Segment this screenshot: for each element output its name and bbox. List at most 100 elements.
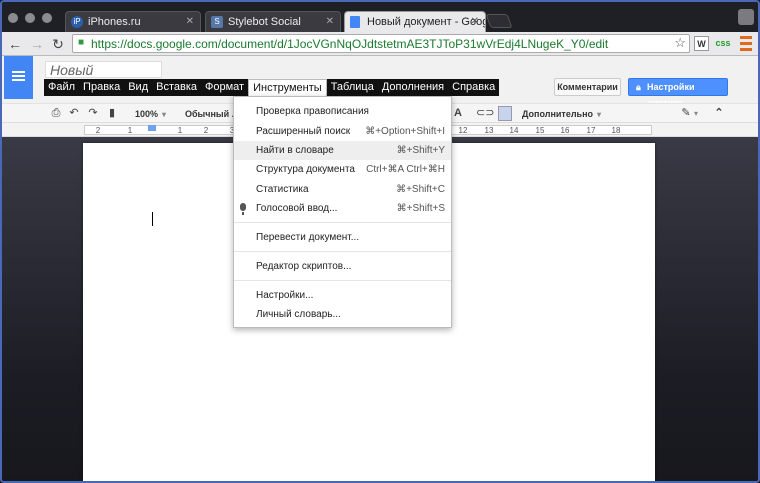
zoom-window-button[interactable] — [42, 13, 52, 23]
close-tab-icon[interactable]: ✕ — [471, 12, 479, 32]
menu-item-outline[interactable]: Структура документа Ctrl+⌘A Ctrl+⌘H — [234, 160, 451, 179]
menu-help[interactable]: Справка — [448, 79, 499, 96]
menu-item-define[interactable]: Найти в словаре ⌘+Shift+Y — [234, 141, 451, 160]
ruler-tick: 15 — [535, 126, 545, 135]
ruler-tick: 1 — [177, 126, 183, 135]
print-icon[interactable]: ⎙ — [49, 106, 63, 121]
paint-format-icon[interactable]: ▮ — [105, 106, 119, 121]
comments-button[interactable]: Комментарии — [554, 78, 621, 96]
tab-strip: iP iPhones.ru ✕ S Stylebot Social ✕ Новы… — [2, 2, 758, 32]
tab-title: iPhones.ru — [88, 16, 141, 28]
bookmark-star-icon[interactable]: ☆ — [674, 35, 686, 51]
style-select[interactable]: Обычный ... — [185, 107, 239, 121]
stylebot-favicon-icon: S — [211, 16, 223, 28]
menu-item-research[interactable]: Расширенный поиск ⌘+Option+Shift+I — [234, 122, 451, 141]
menu-item-label: Расширенный поиск — [256, 126, 351, 137]
pencil-icon[interactable]: ✎ — [679, 106, 693, 121]
forward-arrow-icon[interactable]: → — [28, 35, 46, 53]
zoom-select[interactable]: 100% ▾ — [135, 107, 166, 121]
menu-item-script-editor[interactable]: Редактор скриптов... — [234, 257, 451, 276]
browser-toolbar: ← → ↻ ■ https://docs.google.com/document… — [2, 32, 758, 56]
menu-insert[interactable]: Вставка — [152, 79, 201, 96]
close-window-button[interactable] — [8, 13, 18, 23]
menu-item-label: Настройки... — [256, 290, 314, 301]
undo-icon[interactable]: ↶ — [67, 106, 81, 121]
menu-format[interactable]: Формат — [201, 79, 248, 96]
menu-item-label: Голосовой ввод... — [256, 203, 338, 214]
text-cursor — [152, 212, 153, 226]
tab-iphones[interactable]: iP iPhones.ru ✕ — [65, 11, 201, 32]
more-value: Дополнительно — [522, 109, 594, 119]
image-icon[interactable] — [498, 106, 512, 121]
menu-item-word-count[interactable]: Статистика ⌘+Shift+C — [234, 180, 451, 199]
chevron-down-icon[interactable]: ▾ — [692, 106, 700, 121]
new-tab-button[interactable] — [485, 14, 513, 28]
ruler-tick: 12 — [458, 126, 468, 135]
redo-icon[interactable]: ↷ — [86, 106, 100, 121]
menu-item-preferences[interactable]: Настройки... — [234, 286, 451, 305]
more-select[interactable]: Дополнительно ▾ — [522, 107, 601, 121]
w-extension-icon[interactable]: W — [694, 36, 709, 51]
menu-separator — [234, 222, 451, 223]
ruler-tick: 17 — [586, 126, 596, 135]
menu-item-spelling[interactable]: Проверка правописания — [234, 102, 451, 121]
menu-bar: Файл Правка Вид Вставка Формат Инструмен… — [44, 79, 500, 96]
lock-icon: ■ — [78, 37, 85, 48]
ruler-tick: 2 — [203, 126, 209, 135]
back-arrow-icon[interactable]: ← — [6, 35, 24, 53]
menu-separator — [234, 280, 451, 281]
tab-google-docs[interactable]: Новый документ - Google ✕ — [344, 11, 486, 32]
menu-addons[interactable]: Дополнения — [378, 79, 448, 96]
docs-favicon-icon — [350, 16, 360, 28]
ruler-tick: 2 — [95, 126, 101, 135]
menu-table[interactable]: Таблица — [327, 79, 378, 96]
iphones-favicon-icon: iP — [71, 16, 83, 28]
tab-title: Новый документ - Google — [367, 16, 486, 28]
ruler-tick: 18 — [611, 126, 621, 135]
docs-logo-icon[interactable] — [4, 56, 33, 99]
menu-item-shortcut: ⌘+Shift+C — [396, 184, 445, 195]
menu-item-label: Найти в словаре — [256, 145, 334, 156]
menu-tools[interactable]: Инструменты — [248, 79, 327, 96]
zoom-value: 100% — [135, 109, 159, 119]
reload-icon[interactable]: ↻ — [49, 35, 67, 53]
tab-stylebot[interactable]: S Stylebot Social ✕ — [205, 11, 341, 32]
minimize-window-button[interactable] — [25, 13, 35, 23]
menu-item-label: Структура документа — [256, 164, 355, 175]
ruler-tick: 1 — [127, 126, 133, 135]
url-text: https://docs.google.com/document/d/1JocV… — [91, 37, 609, 51]
menu-item-label: Перевести документ... — [256, 232, 360, 243]
chevron-down-icon: ▾ — [597, 110, 602, 119]
text-color-icon[interactable]: A — [453, 106, 463, 121]
tab-title: Stylebot Social — [228, 16, 301, 28]
document-title[interactable]: Новый документ — [45, 61, 162, 94]
indent-marker[interactable] — [148, 125, 156, 131]
menu-separator — [234, 251, 451, 252]
tools-menu-dropdown: Проверка правописания Расширенный поиск … — [233, 96, 452, 328]
close-tab-icon[interactable]: ✕ — [186, 12, 194, 32]
menu-item-personal-dictionary[interactable]: Личный словарь... — [234, 305, 451, 324]
css-extension-icon[interactable]: css — [714, 36, 732, 51]
menu-item-shortcut: Ctrl+⌘A Ctrl+⌘H — [366, 164, 445, 175]
ruler-tick: 16 — [560, 126, 570, 135]
menu-item-shortcut: ⌘+Option+Shift+I — [365, 126, 445, 137]
menu-view[interactable]: Вид — [124, 79, 152, 96]
style-value: Обычный ... — [185, 109, 240, 119]
browser-window: iP iPhones.ru ✕ S Stylebot Social ✕ Новы… — [0, 0, 760, 483]
menu-icon[interactable] — [740, 36, 752, 51]
menu-file[interactable]: Файл — [44, 79, 79, 96]
menu-item-voice-typing[interactable]: Голосовой ввод... ⌘+Shift+S — [234, 199, 451, 218]
link-icon[interactable]: ⊂⊃ — [476, 106, 494, 121]
ruler-tick: 13 — [484, 126, 494, 135]
address-bar[interactable]: ■ https://docs.google.com/document/d/1Jo… — [72, 34, 690, 53]
menu-item-shortcut: ⌘+Shift+Y — [396, 145, 445, 156]
menu-item-shortcut: ⌘+Shift+S — [396, 203, 445, 214]
collapse-icon[interactable]: ⌃ — [712, 106, 726, 121]
menu-item-translate[interactable]: Перевести документ... — [234, 228, 451, 247]
profile-icon[interactable] — [738, 9, 754, 25]
close-tab-icon[interactable]: ✕ — [326, 12, 334, 32]
microphone-icon — [240, 203, 246, 215]
menu-edit[interactable]: Правка — [79, 79, 124, 96]
share-button[interactable]: 🔒︎ Настройки доступа — [628, 78, 728, 108]
lock-icon: 🔒︎ — [636, 82, 641, 92]
